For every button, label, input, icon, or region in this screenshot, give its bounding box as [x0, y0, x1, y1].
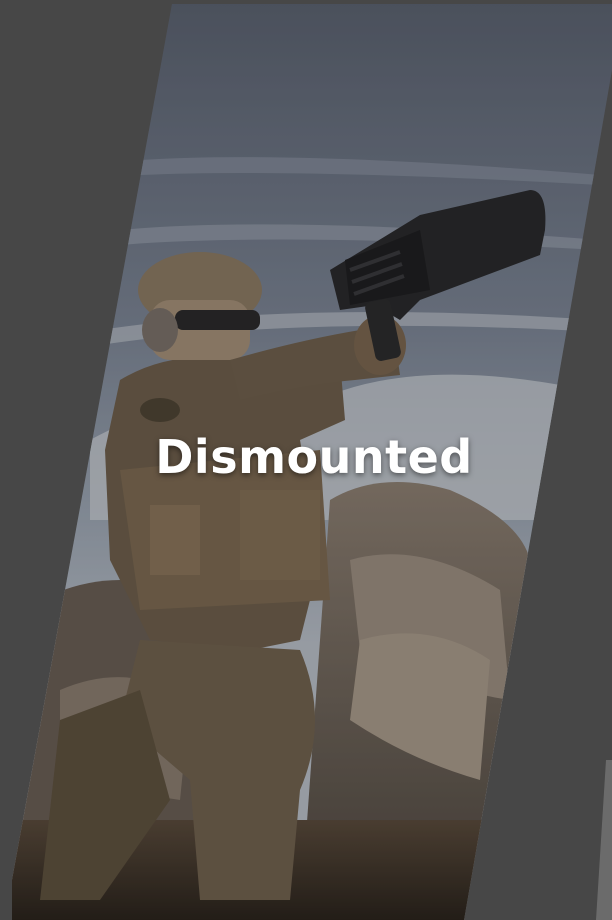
next-card-edge[interactable] — [596, 760, 612, 920]
dismounted-card[interactable]: Dismounted — [12, 4, 612, 920]
card-title: Dismounted — [155, 430, 473, 484]
dismounted-card-page: Dismounted — [0, 0, 612, 920]
